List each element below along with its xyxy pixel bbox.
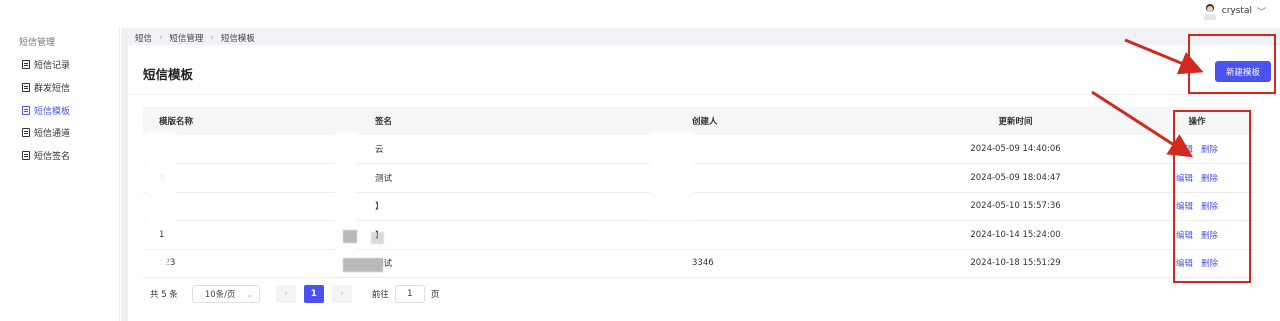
cell-name: 123: [143, 249, 359, 278]
prev-page-button[interactable]: ‹: [275, 285, 296, 303]
document-icon: [22, 150, 30, 160]
page-header: 短信模板 新建模板: [128, 45, 1280, 95]
page-size-select[interactable]: 10条/页 ⌄: [191, 285, 260, 303]
next-page-button[interactable]: ›: [331, 285, 352, 303]
goto-label: 前往: [371, 290, 389, 300]
breadcrumb-item: 短信模板: [220, 34, 255, 44]
document-icon: [22, 127, 30, 137]
pagination-total: 共 5 条: [150, 290, 178, 300]
redaction-block: [148, 252, 168, 272]
page-number-current[interactable]: 1: [303, 285, 324, 303]
cell-updated: 2024-10-14 15:24:00: [892, 220, 1139, 250]
sidebar-item-sms-channels[interactable]: 短信通道: [22, 124, 70, 140]
cell-updated: 2024-10-18 15:51:29: [892, 249, 1139, 278]
document-icon: [22, 105, 30, 115]
table-row: 】 2024-05-10 15:57:36 编辑 删除: [143, 192, 1255, 221]
sidebar-item-label: 短信模板: [34, 106, 71, 117]
goto-page-input[interactable]: [394, 285, 425, 303]
cell-updated: 2024-05-09 14:40:06: [892, 135, 1139, 164]
goto-page: 前往 页: [371, 285, 440, 303]
cell-sign: 】: [359, 220, 676, 250]
annotation-box-new-button: [1188, 34, 1276, 94]
breadcrumb-item[interactable]: 短信管理: [169, 32, 203, 44]
sidebar-item-bulk-sms[interactable]: 群发短信: [22, 79, 70, 95]
table-row: 1 】 2024-10-14 15:24:00 编辑删除: [143, 220, 1255, 250]
sidebar-item-sms-records[interactable]: 短信记录: [22, 56, 70, 72]
chevron-down-icon[interactable]: ﹀: [1257, 5, 1266, 18]
redaction-block: [343, 258, 383, 272]
sidebar-item-label: 短信通道: [34, 128, 71, 139]
user-name: crystal: [1221, 6, 1252, 16]
sidebar-item-sms-signatures[interactable]: 短信签名: [22, 147, 70, 163]
sidebar-title: 短信管理: [19, 38, 56, 48]
cell-sign: 测试: [359, 163, 676, 193]
sidebar-item-label: 短信记录: [34, 60, 71, 71]
cell-updated: 2024-05-10 15:57:36: [892, 192, 1139, 221]
cell-creator: [676, 220, 892, 250]
sidebar-item-label: 群发短信: [34, 83, 71, 94]
page-size-value: 10条/页: [204, 290, 236, 300]
cell-creator: [676, 192, 892, 221]
cell-creator: 3346: [676, 249, 892, 278]
sidebar-item-sms-templates[interactable]: 短信模板: [22, 102, 70, 118]
cell-updated: 2024-05-09 18:04:47: [892, 163, 1139, 193]
cell-sign: 测试: [359, 249, 676, 278]
cell-sign: 云: [359, 135, 676, 164]
document-icon: [22, 59, 30, 69]
page-title: 短信模板: [143, 67, 194, 82]
table-header-row: 模版名称 签名 创建人 更新时间 操作: [143, 107, 1255, 135]
goto-page-unit: 页: [430, 290, 440, 300]
column-header-updated: 更新时间: [892, 107, 1139, 135]
column-header-creator: 创建人: [676, 107, 892, 135]
redaction-block: [146, 132, 176, 230]
pagination: 共 5 条 10条/页 ⌄ ‹ 1 › 前往 页: [150, 285, 439, 303]
content-card: 模版名称 签名 创建人 更新时间 操作 云 2024-05-09 14:40:0…: [128, 95, 1280, 321]
sidebar: 短信管理 短信记录 群发短信 短信模板 短信通道 短信签名: [0, 28, 120, 321]
redaction-block: [343, 230, 357, 243]
table-row: 云 2024-05-09 14:40:06 编辑 删除: [143, 135, 1255, 164]
redaction-block: [371, 232, 384, 244]
avatar: [1202, 3, 1218, 20]
top-bar: crystal ﹀: [0, 0, 1280, 22]
chevron-right-icon: ›: [210, 33, 214, 43]
cell-sign: 】: [359, 192, 676, 221]
main-area: 短信 › 短信管理 › 短信模板 短信模板 新建模板 模版名称 签名 创建人 更…: [121, 28, 1280, 321]
sidebar-item-label: 短信签名: [34, 151, 71, 162]
cell-creator: [676, 163, 892, 193]
column-header-name: 模版名称: [143, 107, 359, 135]
chevron-down-icon: ⌄: [246, 289, 253, 299]
column-header-sign: 签名: [359, 107, 676, 135]
document-icon: [22, 82, 30, 92]
annotation-box-actions: [1173, 110, 1251, 283]
table-row: 123 测试 3346 2024-10-18 15:51:29 编辑删除: [143, 249, 1255, 278]
table-row: 板 测试 2024-05-09 18:04:47 编辑删除: [143, 163, 1255, 193]
breadcrumb: 短信 › 短信管理 › 短信模板: [135, 31, 255, 45]
breadcrumb-item[interactable]: 短信: [135, 32, 152, 44]
user-menu[interactable]: crystal ﹀: [1202, 2, 1266, 20]
template-table: 模版名称 签名 创建人 更新时间 操作 云 2024-05-09 14:40:0…: [143, 107, 1255, 278]
cell-creator: [676, 135, 892, 164]
chevron-right-icon: ›: [159, 33, 163, 43]
redaction-block: [650, 132, 694, 220]
